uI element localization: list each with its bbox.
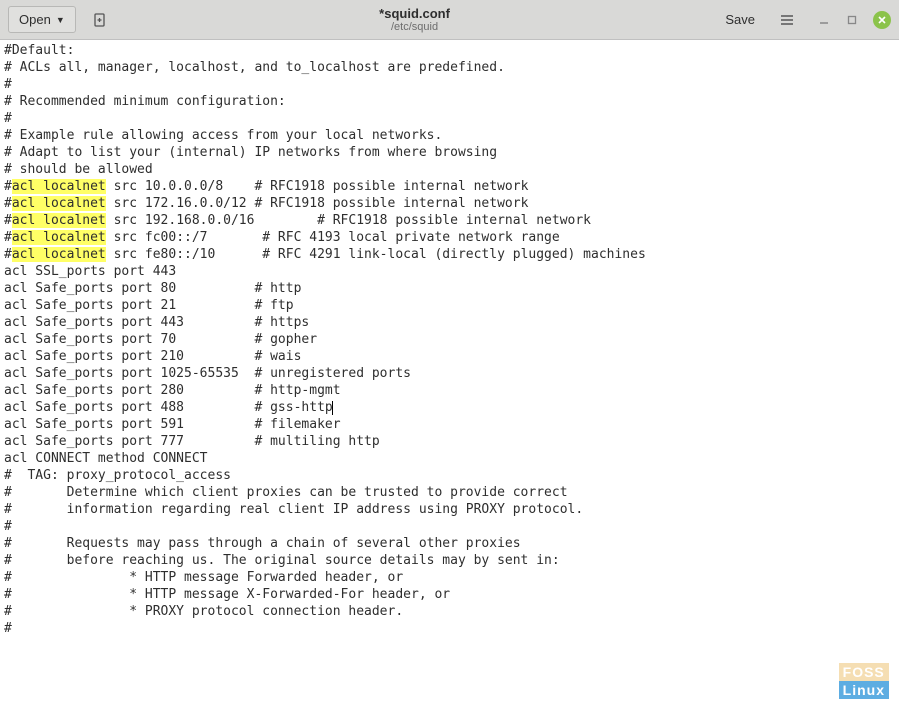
- open-button[interactable]: Open ▼: [8, 6, 76, 33]
- editor-line: #acl localnet src 172.16.0.0/12 # RFC191…: [4, 195, 895, 212]
- editor-line: # * HTTP message X-Forwarded-For header,…: [4, 586, 895, 603]
- new-document-button[interactable]: [84, 7, 116, 33]
- editor-line: #: [4, 620, 895, 637]
- watermark: FOSS Linux: [839, 663, 889, 699]
- hamburger-icon: [779, 12, 795, 28]
- editor-line: # * PROXY protocol connection header.: [4, 603, 895, 620]
- editor-line: #acl localnet src 10.0.0.0/8 # RFC1918 p…: [4, 178, 895, 195]
- editor-line: # * HTTP message Forwarded header, or: [4, 569, 895, 586]
- editor-line: # Adapt to list your (internal) IP netwo…: [4, 144, 895, 161]
- editor-line: #: [4, 76, 895, 93]
- editor-line: #acl localnet src fe80::/10 # RFC 4291 l…: [4, 246, 895, 263]
- title-block: *squid.conf /etc/squid: [116, 6, 714, 33]
- editor-line: acl Safe_ports port 70 # gopher: [4, 331, 895, 348]
- text-cursor: [332, 401, 333, 415]
- maximize-icon: [846, 14, 858, 26]
- save-button-label: Save: [725, 12, 755, 27]
- editor-line: acl CONNECT method CONNECT: [4, 450, 895, 467]
- save-button[interactable]: Save: [713, 7, 767, 32]
- editor-line: acl SSL_ports port 443: [4, 263, 895, 280]
- editor-line: # Recommended minimum configuration:: [4, 93, 895, 110]
- editor-line: # Example rule allowing access from your…: [4, 127, 895, 144]
- editor-line: acl Safe_ports port 591 # filemaker: [4, 416, 895, 433]
- editor-line: acl Safe_ports port 488 # gss-http: [4, 399, 895, 416]
- editor-line: # TAG: proxy_protocol_access: [4, 467, 895, 484]
- editor-line: #acl localnet src 192.168.0.0/16 # RFC19…: [4, 212, 895, 229]
- editor-line: acl Safe_ports port 1025-65535 # unregis…: [4, 365, 895, 382]
- editor-line: # information regarding real client IP a…: [4, 501, 895, 518]
- close-button[interactable]: [873, 11, 891, 29]
- open-button-label: Open: [19, 12, 51, 27]
- chevron-down-icon: ▼: [56, 15, 65, 25]
- watermark-line1: FOSS: [839, 663, 889, 681]
- window-title: *squid.conf: [116, 6, 714, 21]
- editor-line: acl Safe_ports port 210 # wais: [4, 348, 895, 365]
- editor-line: # Determine which client proxies can be …: [4, 484, 895, 501]
- editor-line: acl Safe_ports port 280 # http-mgmt: [4, 382, 895, 399]
- editor-area[interactable]: #Default:# ACLs all, manager, localhost,…: [0, 40, 899, 709]
- editor-line: acl Safe_ports port 80 # http: [4, 280, 895, 297]
- window-subtitle: /etc/squid: [116, 21, 714, 33]
- editor-line: #: [4, 518, 895, 535]
- editor-line: # should be allowed: [4, 161, 895, 178]
- minimize-button[interactable]: [817, 13, 831, 27]
- editor-line: # ACLs all, manager, localhost, and to_l…: [4, 59, 895, 76]
- editor-line: #Default:: [4, 42, 895, 59]
- editor-line: # before reaching us. The original sourc…: [4, 552, 895, 569]
- editor-line: acl Safe_ports port 443 # https: [4, 314, 895, 331]
- window-controls: [817, 11, 891, 29]
- close-icon: [877, 15, 887, 25]
- editor-line: #acl localnet src fc00::/7 # RFC 4193 lo…: [4, 229, 895, 246]
- watermark-line2: Linux: [839, 681, 889, 699]
- editor-line: #: [4, 110, 895, 127]
- editor-line: acl Safe_ports port 777 # multiling http: [4, 433, 895, 450]
- editor-line: acl Safe_ports port 21 # ftp: [4, 297, 895, 314]
- header-bar: Open ▼ *squid.conf /etc/squid Save: [0, 0, 899, 40]
- minimize-icon: [818, 14, 830, 26]
- new-document-icon: [92, 12, 108, 28]
- maximize-button[interactable]: [845, 13, 859, 27]
- hamburger-menu-button[interactable]: [771, 7, 803, 33]
- editor-line: # Requests may pass through a chain of s…: [4, 535, 895, 552]
